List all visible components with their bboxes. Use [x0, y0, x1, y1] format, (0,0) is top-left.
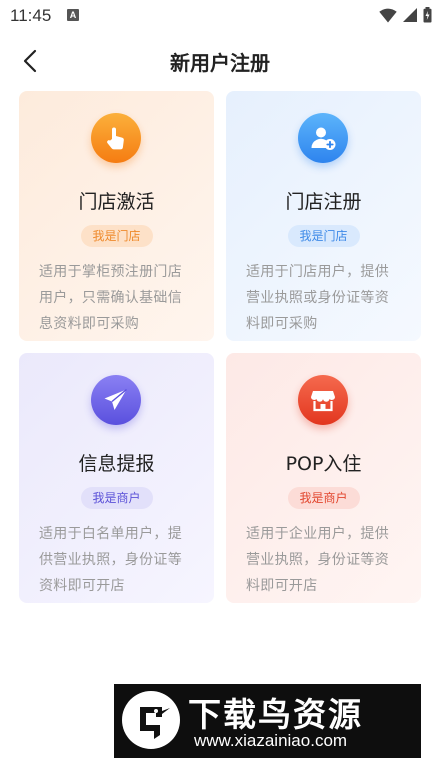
- notification-a-icon: A: [67, 9, 79, 21]
- card-title: 门店注册: [285, 191, 362, 213]
- status-icons: [379, 6, 432, 24]
- storefront-icon: [298, 375, 348, 425]
- nav-bar: 新用户注册: [0, 36, 440, 84]
- card-description: 适用于门店用户，提供营业执照或身份证等资料即可采购: [246, 264, 389, 332]
- user-add-icon: [298, 113, 348, 163]
- card-store-registration[interactable]: 门店注册 我是门店 适用于门店用户，提供营业执照或身份证等资料即可采购: [226, 91, 421, 341]
- watermark-title: 下载鸟资源: [188, 695, 363, 734]
- card-store-activation[interactable]: 门店激活 我是门店 适用于掌柜预注册门店用户，只需确认基础信息资料即可采购: [19, 91, 214, 341]
- card-badge: 我是商户: [80, 487, 153, 509]
- battery-icon: [423, 7, 432, 23]
- hand-pointer-icon: [91, 113, 141, 163]
- paper-plane-icon: [91, 375, 141, 425]
- card-description: 适用于白名单用户，提供营业执照，身份证等资料即可开店: [39, 526, 182, 594]
- card-description: 适用于掌柜预注册门店用户，只需确认基础信息资料即可采购: [39, 264, 182, 332]
- status-bar: 11:45 A: [0, 0, 440, 30]
- card-info-submission[interactable]: 信息提报 我是商户 适用于白名单用户，提供营业执照，身份证等资料即可开店: [19, 353, 214, 603]
- bird-logo-icon: [122, 691, 180, 749]
- card-title: POP入住: [285, 453, 362, 475]
- wifi-icon: [379, 8, 397, 22]
- signal-icon: [403, 8, 417, 22]
- watermark-banner: 下载鸟资源 www.xiazainiao.com: [114, 684, 421, 758]
- card-title: 信息提报: [78, 453, 155, 475]
- watermark-url: www.xiazainiao.com: [194, 731, 348, 750]
- card-badge: 我是商户: [287, 487, 360, 509]
- card-pop-onboarding[interactable]: POP入住 我是商户 适用于企业用户，提供营业执照，身份证等资料即可开店: [226, 353, 421, 603]
- card-description: 适用于企业用户，提供营业执照，身份证等资料即可开店: [246, 526, 389, 594]
- card-badge: 我是门店: [80, 225, 153, 247]
- card-title: 门店激活: [78, 191, 155, 213]
- page-title: 新用户注册: [170, 51, 270, 75]
- status-time: 11:45: [10, 6, 52, 25]
- card-badge: 我是门店: [287, 225, 360, 247]
